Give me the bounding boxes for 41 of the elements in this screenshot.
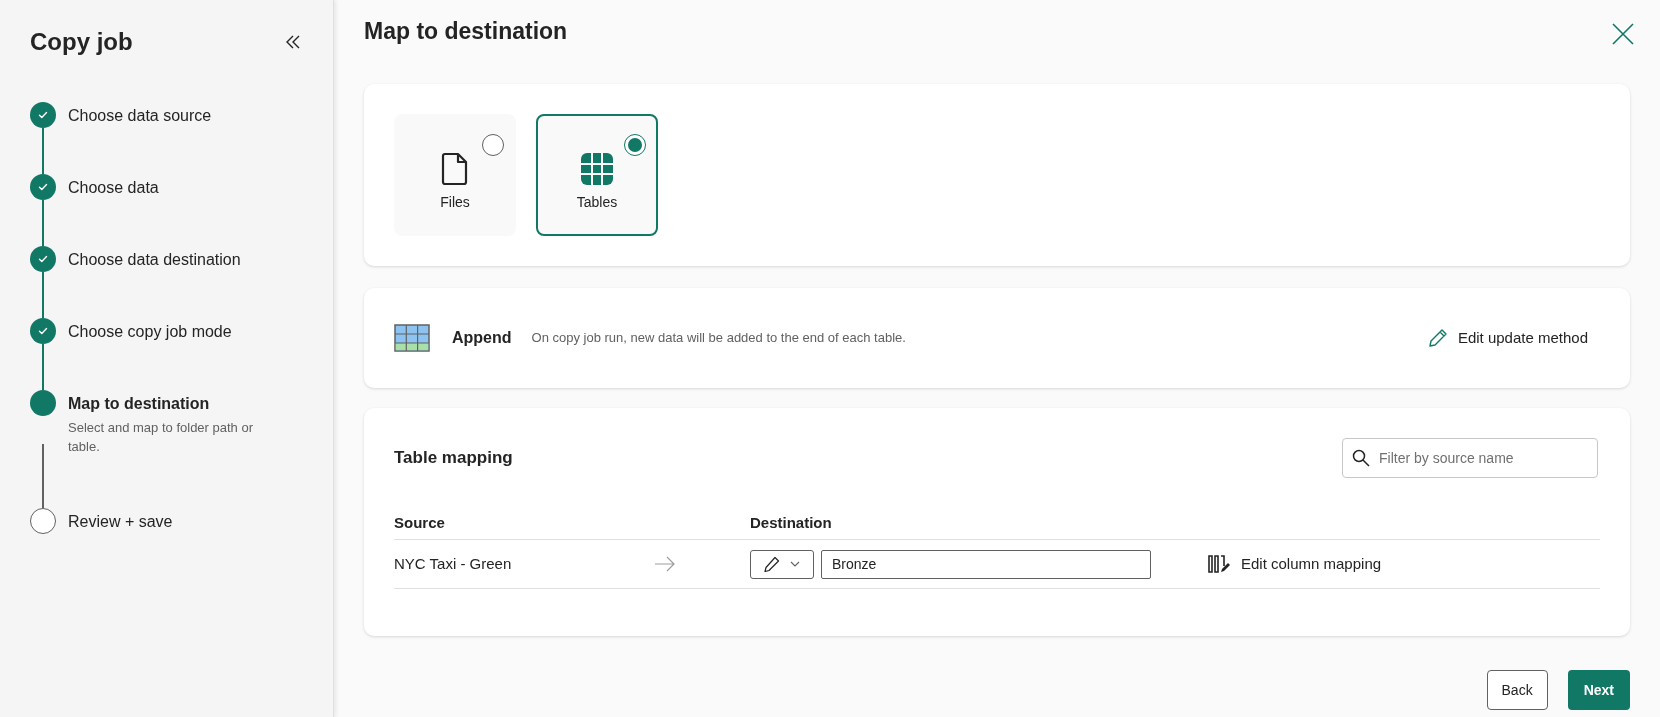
table-icon (394, 324, 430, 352)
update-method-name: Append (452, 328, 512, 348)
step-label: Choose data destination (68, 250, 241, 270)
radio[interactable] (624, 134, 646, 156)
destination-input[interactable]: Bronze (821, 549, 1151, 579)
arrow-right-icon (654, 556, 676, 572)
check-icon (37, 181, 49, 193)
section-title: Table mapping (394, 447, 513, 470)
update-method-description: On copy job run, new data will be added to the end of each table. (531, 329, 906, 348)
edit-update-method-button[interactable]: Edit update method (1427, 326, 1588, 350)
destination-option[interactable]: Tables (536, 114, 658, 236)
check-icon (37, 109, 49, 121)
step-label: Choose data (68, 178, 159, 198)
next-button[interactable]: Next (1567, 670, 1630, 710)
step-label: Choose copy job mode (68, 322, 232, 342)
step-description: Select and map to folder path or table. (68, 419, 254, 456)
grid-icon (580, 151, 614, 186)
radio[interactable] (482, 134, 504, 156)
edit-column-mapping-button[interactable]: Edit column mapping (1207, 552, 1382, 576)
step-label: Review + save (68, 512, 173, 532)
column-mapping-icon (1207, 554, 1231, 574)
step-label: Choose data source (68, 106, 212, 126)
destination-option[interactable]: Files (394, 114, 516, 236)
chevron-down-icon (790, 561, 800, 567)
check-icon (37, 325, 49, 337)
table-cell-text: NYC Taxi - Green (394, 553, 513, 574)
step-label: Map to destination (68, 394, 211, 414)
sidebar-title: Copy job (30, 27, 133, 57)
close-icon[interactable] (1612, 23, 1634, 45)
back-button[interactable]: Back (1486, 670, 1548, 710)
file-icon (441, 151, 469, 186)
collapse-icon[interactable] (285, 35, 301, 49)
column-header: Destination (750, 513, 832, 534)
page-title: Map to destination (364, 16, 568, 46)
search-icon (1352, 449, 1370, 467)
column-header: Source (394, 513, 446, 534)
pencil-icon (764, 556, 780, 572)
search-field[interactable]: Filter by source name (1342, 438, 1598, 478)
check-icon (37, 253, 49, 265)
pencil-icon (1427, 328, 1448, 348)
naming-dropdown[interactable] (750, 549, 814, 579)
